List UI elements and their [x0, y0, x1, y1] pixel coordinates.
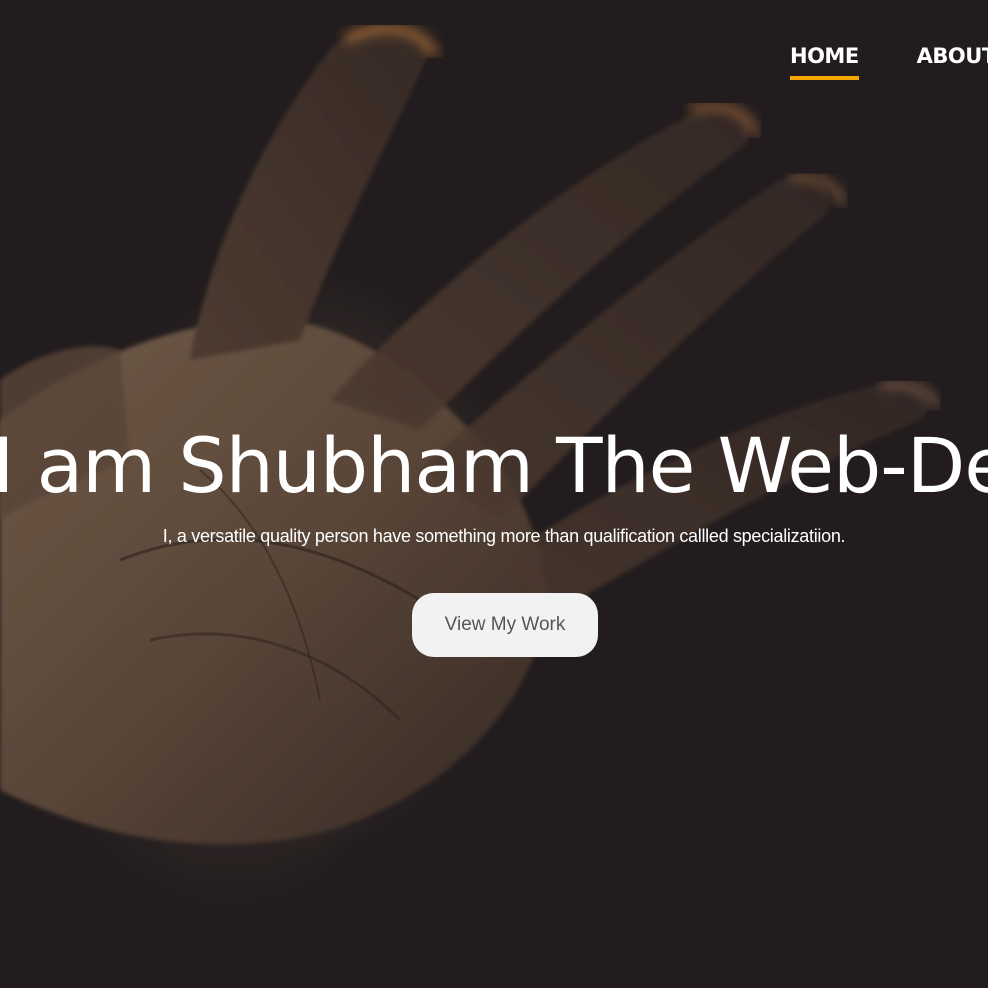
- view-my-work-button[interactable]: View My Work: [412, 593, 598, 657]
- hero-section: HOME ABOUT I am Shubham The Web-Designer…: [0, 0, 988, 988]
- nav-item-about[interactable]: ABOUT: [917, 44, 988, 80]
- hero-subtitle: I, a versatile quality person have somet…: [162, 526, 846, 546]
- main-nav: HOME ABOUT: [790, 44, 988, 80]
- nav-item-home[interactable]: HOME: [790, 44, 859, 80]
- hero-title: I am Shubham The Web-Designer: [0, 421, 988, 510]
